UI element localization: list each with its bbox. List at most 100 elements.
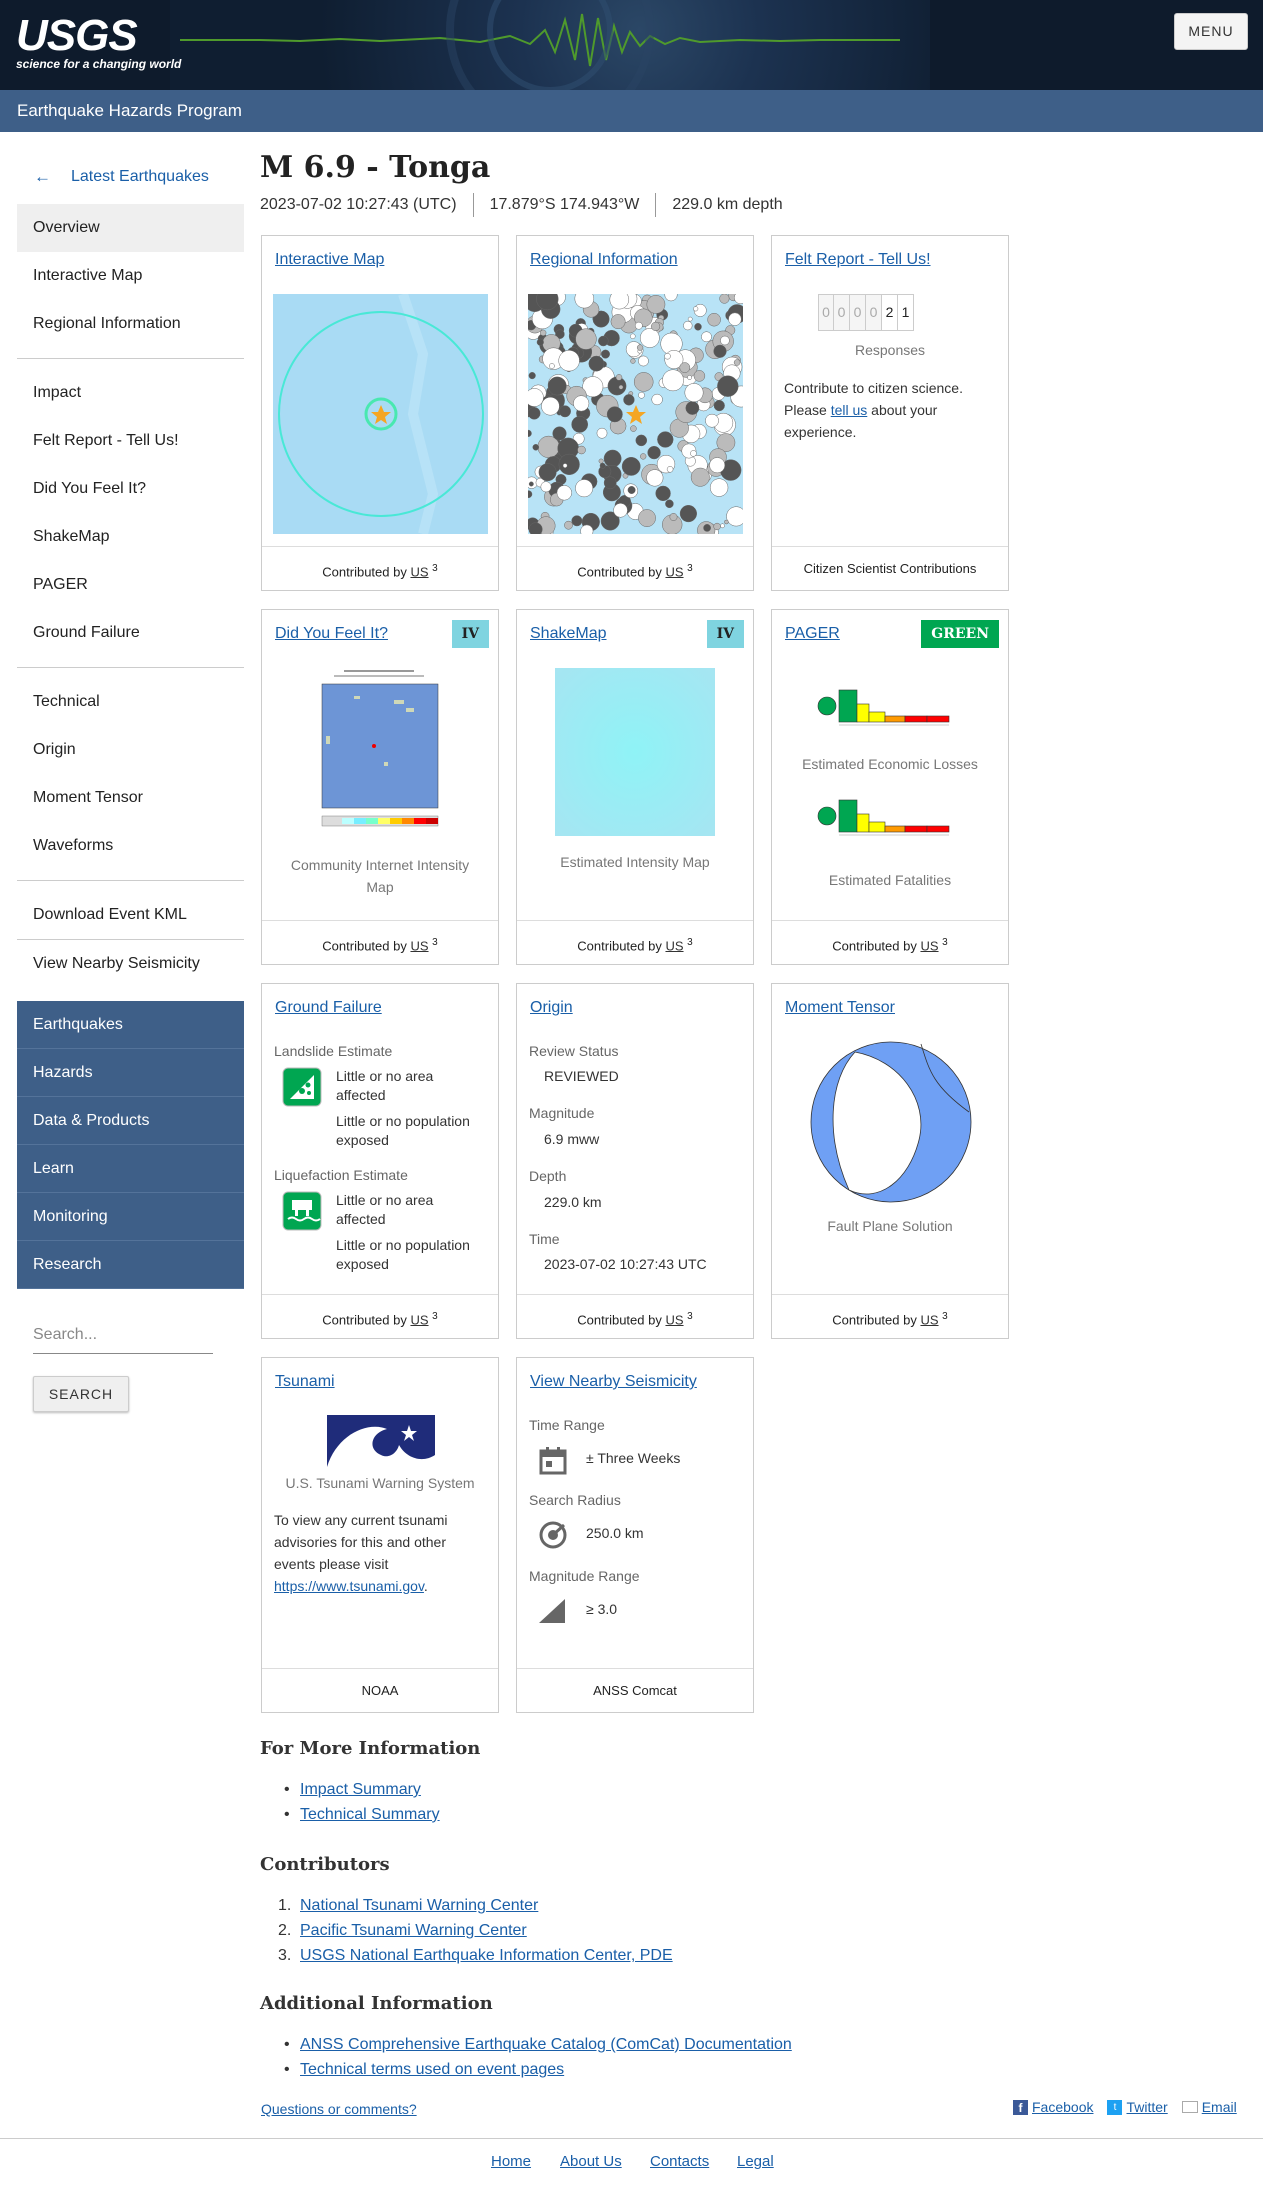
usgs-logo[interactable]: USGS science for a changing world: [16, 14, 181, 72]
card-footer: Citizen Scientist Contributions: [772, 546, 1008, 590]
network-code[interactable]: US: [410, 938, 428, 953]
menu-button[interactable]: MENU: [1174, 13, 1248, 50]
card-origin[interactable]: Origin Review Status REVIEWED Magnitude …: [516, 983, 754, 1339]
card-title[interactable]: Origin: [530, 999, 573, 1017]
seismicity-dot: [724, 519, 729, 525]
facebook-link[interactable]: Facebook: [1032, 2099, 1093, 2115]
seismicity-dot: [679, 362, 691, 373]
sidebar-item-dyfi[interactable]: Did You Feel It?: [17, 465, 244, 513]
card-title[interactable]: PAGER: [785, 625, 840, 643]
sidebar-item-waveforms[interactable]: Waveforms: [17, 822, 244, 870]
regional-seismicity-thumbnail[interactable]: [528, 294, 743, 534]
network-code[interactable]: US: [665, 1312, 683, 1327]
card-title[interactable]: Moment Tensor: [785, 999, 895, 1017]
depth-value: 229.0 km: [544, 1194, 602, 1210]
network-sup: 3: [432, 937, 438, 948]
footer-contacts-link[interactable]: Contacts: [650, 2153, 709, 2170]
seismicity-dot: [690, 467, 710, 487]
list-item: • ANSS Comprehensive Earthquake Catalog (…: [284, 2032, 792, 2057]
sidebar-item-ground-failure[interactable]: Ground Failure: [17, 609, 244, 657]
card-nearby-seismicity[interactable]: View Nearby Seismicity Time Range ± Thre…: [516, 1357, 754, 1713]
impact-summary-link[interactable]: Impact Summary: [300, 1781, 421, 1798]
sidebar-item-shakemap[interactable]: ShakeMap: [17, 513, 244, 561]
card-title[interactable]: Tsunami: [275, 1373, 335, 1391]
search-button[interactable]: SEARCH: [33, 1376, 129, 1412]
search-input[interactable]: Search...: [33, 1320, 213, 1354]
card-title[interactable]: Interactive Map: [275, 251, 384, 269]
site-header: USGS science for a changing world MENU: [0, 0, 1263, 90]
seismicity-dot: [713, 400, 725, 412]
sidebar-item-felt-report[interactable]: Felt Report - Tell Us!: [17, 417, 244, 465]
card-title[interactable]: ShakeMap: [530, 625, 607, 643]
network-code[interactable]: US: [665, 938, 683, 953]
economic-losses-histogram: [817, 689, 950, 726]
card-pager[interactable]: PAGER GREEN Estimated Economic Losses Es…: [771, 609, 1009, 965]
seismicity-dot: [528, 407, 541, 420]
network-code[interactable]: US: [410, 564, 428, 579]
seismicity-dot: [573, 395, 590, 412]
card-title[interactable]: Ground Failure: [275, 999, 382, 1017]
footer-home-link[interactable]: Home: [491, 2153, 531, 2170]
technical-terms-link[interactable]: Technical terms used on event pages: [300, 2061, 564, 2078]
sidebar-item-interactive-map[interactable]: Interactive Map: [17, 252, 244, 300]
card-title[interactable]: View Nearby Seismicity: [530, 1373, 697, 1391]
sidebar-item-impact[interactable]: Impact: [17, 369, 244, 417]
program-title[interactable]: Earthquake Hazards Program: [17, 101, 242, 120]
site-nav-hazards[interactable]: Hazards: [17, 1049, 244, 1097]
responses-label: Responses: [854, 342, 926, 358]
network-code[interactable]: US: [920, 938, 938, 953]
sidebar-item-technical[interactable]: Technical: [17, 678, 244, 726]
site-nav-learn[interactable]: Learn: [17, 1145, 244, 1193]
sidebar-item-download-kml[interactable]: Download Event KML: [17, 891, 244, 939]
card-regional-information[interactable]: Regional Information Contributed by US 3: [516, 235, 754, 591]
shakemap-thumbnail[interactable]: [555, 668, 715, 836]
network-code[interactable]: US: [410, 1312, 428, 1327]
technical-summary-link[interactable]: Technical Summary: [300, 1806, 440, 1823]
contributor-link[interactable]: National Tsunami Warning Center: [300, 1897, 538, 1914]
sidebar-item-pager[interactable]: PAGER: [17, 561, 244, 609]
card-title[interactable]: Did You Feel It?: [275, 625, 388, 643]
sidebar-item-origin[interactable]: Origin: [17, 726, 244, 774]
card-title[interactable]: Felt Report - Tell Us!: [785, 251, 931, 269]
site-nav-data-products[interactable]: Data & Products: [17, 1097, 244, 1145]
seismicity-dot: [571, 416, 589, 433]
contributor-link[interactable]: USGS National Earthquake Information Cen…: [300, 1947, 673, 1964]
sidebar-item-moment-tensor[interactable]: Moment Tensor: [17, 774, 244, 822]
card-shakemap[interactable]: ShakeMap IV Estimated Intensity Map Cont…: [516, 609, 754, 965]
card-interactive-map[interactable]: Interactive Map Contributed by US 3: [261, 235, 499, 591]
beachball-diagram[interactable]: [809, 1040, 973, 1204]
seismicity-dot: [687, 375, 693, 380]
twitter-link[interactable]: Twitter: [1126, 2099, 1167, 2115]
comcat-docs-link[interactable]: ANSS Comprehensive Earthquake Catalog (C…: [300, 2036, 792, 2053]
network-code[interactable]: US: [920, 1312, 938, 1327]
questions-link[interactable]: Questions or comments?: [261, 2101, 417, 2117]
seismicity-dot: [646, 469, 664, 487]
footer-about-link[interactable]: About Us: [560, 2153, 622, 2170]
seismicity-dot: [707, 312, 721, 327]
sidebar-item-overview[interactable]: Overview: [17, 204, 244, 252]
contributor-link[interactable]: Pacific Tsunami Warning Center: [300, 1922, 527, 1939]
site-nav-research[interactable]: Research: [17, 1241, 244, 1289]
sidebar-item-nearby-seismicity[interactable]: View Nearby Seismicity: [17, 940, 244, 988]
card-ground-failure[interactable]: Ground Failure Landslide Estimate Little…: [261, 983, 499, 1339]
seismicity-dot: [705, 413, 719, 428]
fatalities-caption: Estimated Fatalities: [828, 872, 952, 888]
interactive-map-thumbnail[interactable]: [273, 294, 488, 534]
card-moment-tensor[interactable]: Moment Tensor Fault Plane Solution Contr…: [771, 983, 1009, 1339]
tell-us-link[interactable]: tell us: [831, 402, 868, 418]
email-link[interactable]: Email: [1202, 2099, 1237, 2115]
card-title[interactable]: Regional Information: [530, 251, 678, 269]
tsunami-gov-link[interactable]: https://www.tsunami.gov: [274, 1578, 424, 1594]
sidebar-item-regional[interactable]: Regional Information: [17, 300, 244, 348]
card-dyfi[interactable]: Did You Feel It? IV Community Internet I…: [261, 609, 499, 965]
card-tsunami[interactable]: Tsunami U.S. Tsunami Warning System To v…: [261, 1357, 499, 1713]
site-nav-earthquakes[interactable]: Earthquakes: [17, 1001, 244, 1049]
seismicity-dot: [726, 506, 743, 527]
share-links: f Facebook t Twitter Email: [1013, 2099, 1237, 2115]
dyfi-map-thumbnail[interactable]: [314, 666, 444, 836]
back-link[interactable]: ← Latest Earthquakes: [17, 158, 244, 196]
site-nav-monitoring[interactable]: Monitoring: [17, 1193, 244, 1241]
network-code[interactable]: US: [665, 564, 683, 579]
card-felt-report[interactable]: Felt Report - Tell Us! 0 0 0 0 2 1 Respo…: [771, 235, 1009, 591]
footer-legal-link[interactable]: Legal: [737, 2153, 774, 2170]
